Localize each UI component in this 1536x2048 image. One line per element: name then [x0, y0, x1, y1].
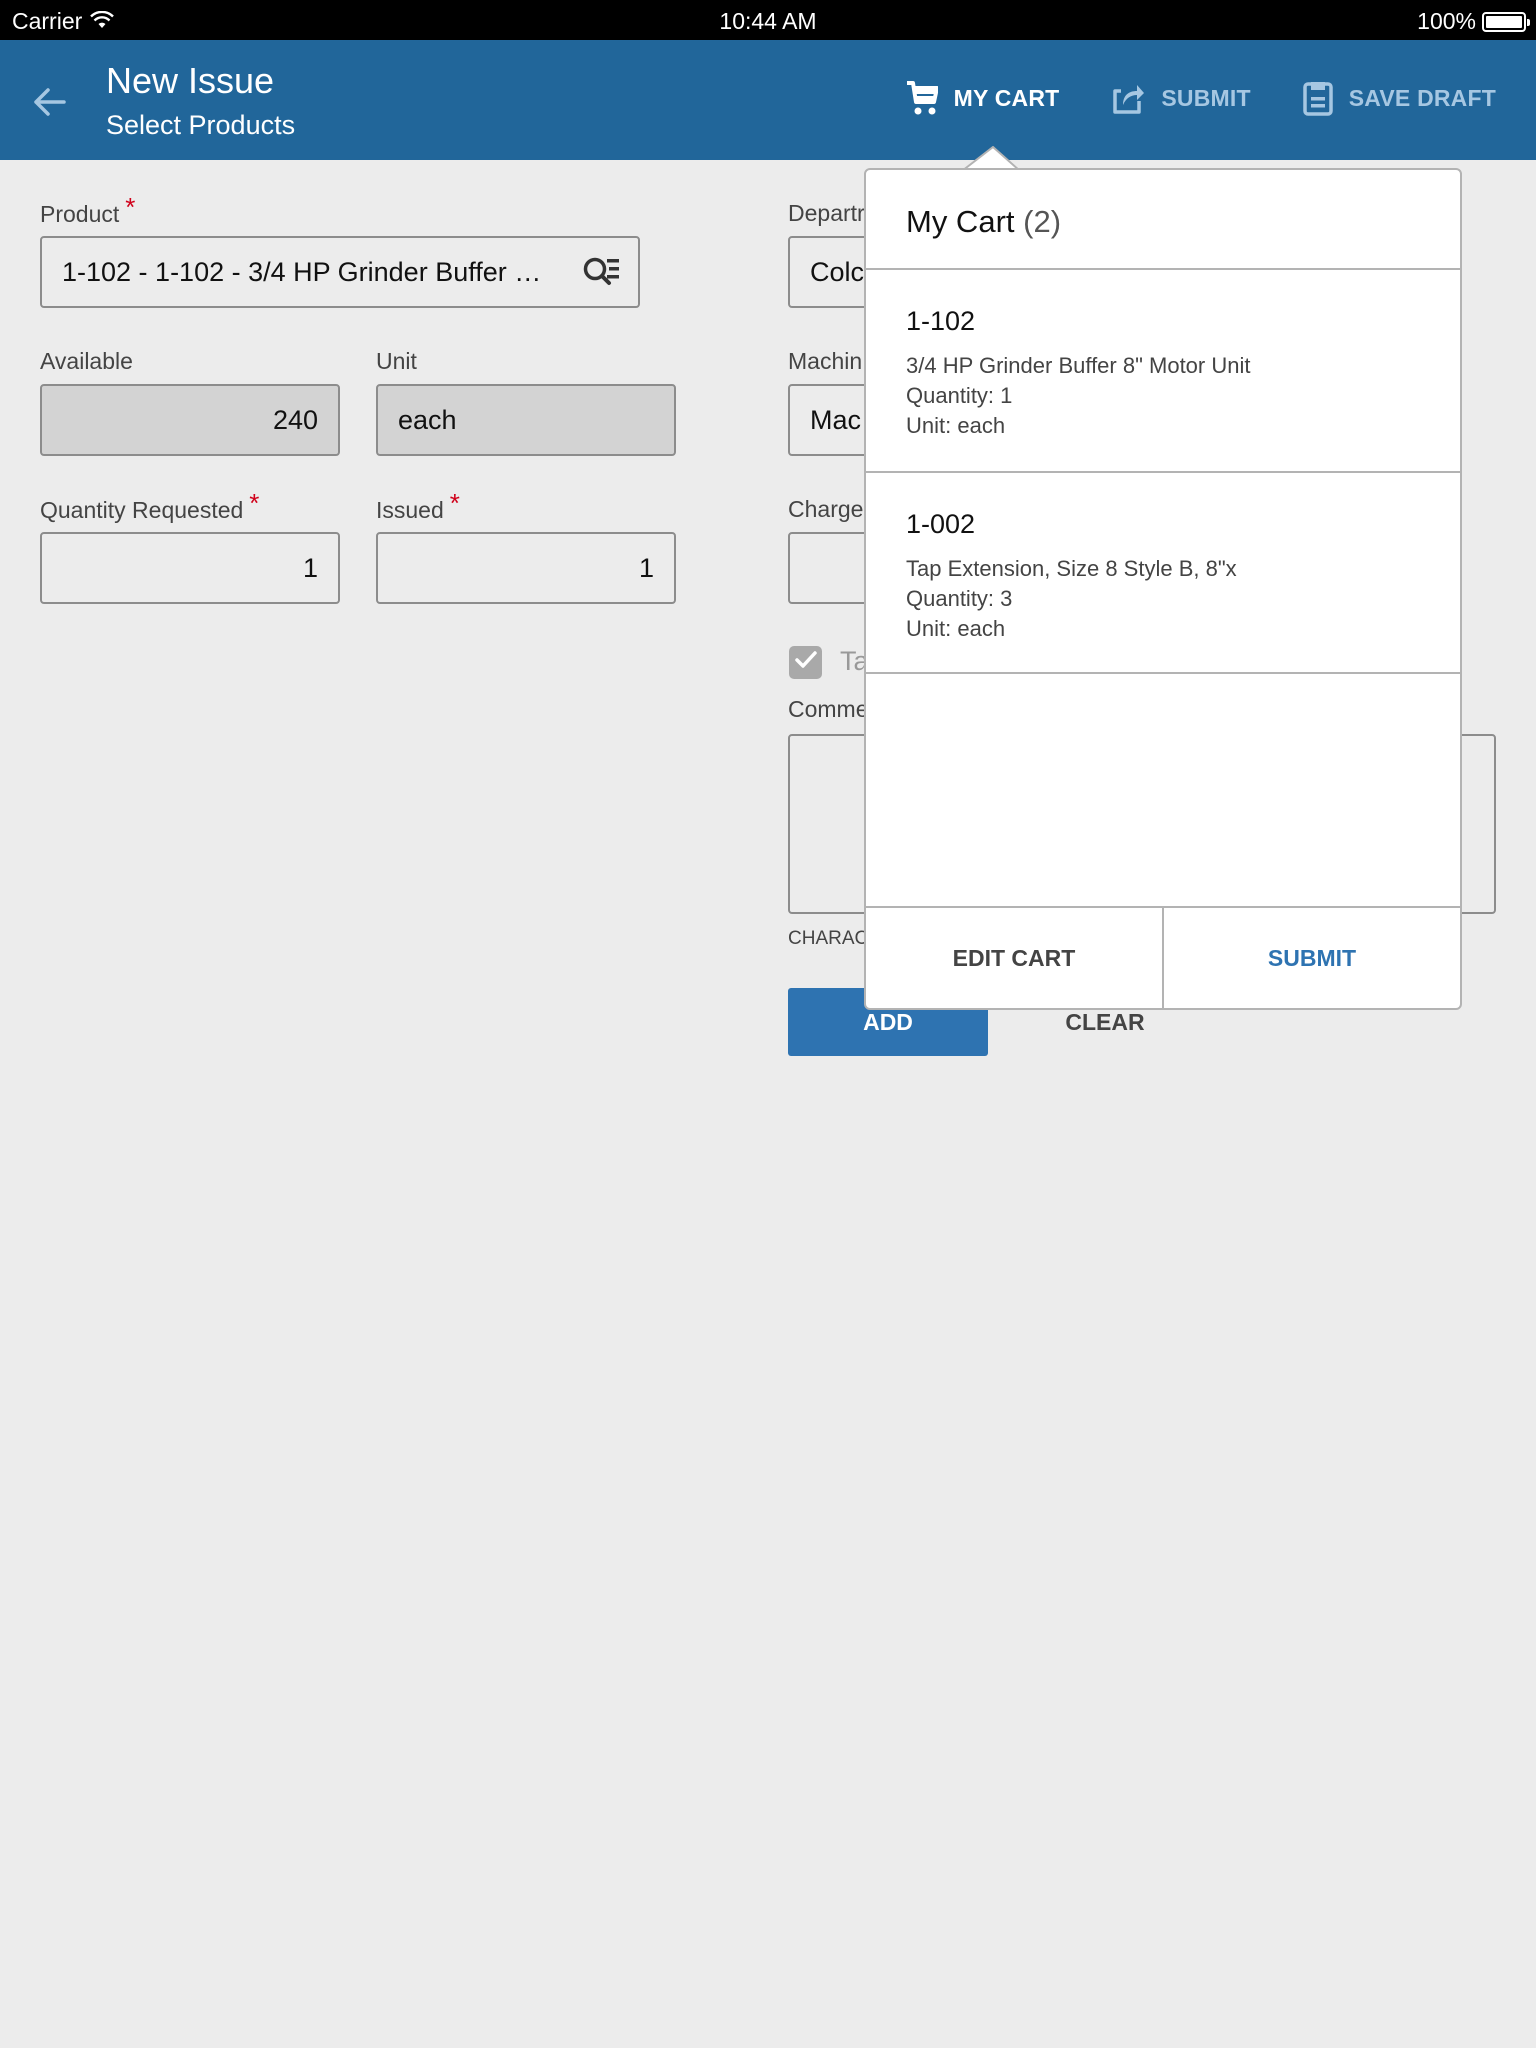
- edit-cart-button[interactable]: EDIT CART: [866, 908, 1164, 1008]
- app-bar: New Issue Select Products MY CART SUBMIT…: [0, 40, 1536, 160]
- submit-header-label: SUBMIT: [1161, 84, 1251, 111]
- cart-item[interactable]: 1-002 Tap Extension, Size 8 Style B, 8"x…: [866, 473, 1460, 674]
- cart-item-unit: Unit: each: [906, 413, 1006, 438]
- issued-input[interactable]: 1: [376, 532, 676, 604]
- cart-item-unit: Unit: each: [906, 616, 1006, 641]
- share-icon: [1111, 81, 1145, 115]
- battery-group: 100%: [1417, 8, 1530, 35]
- cart-item-description: 3/4 HP Grinder Buffer 8" Motor Unit: [906, 353, 1251, 378]
- clock: 10:44 AM: [719, 8, 817, 34]
- cart-item-quantity: Quantity: 1: [906, 383, 1013, 408]
- issued-value: 1: [638, 552, 654, 583]
- required-marker: *: [125, 192, 136, 222]
- product-value: 1-102 - 1-102 - 3/4 HP Grinder Buffer …: [62, 256, 542, 287]
- available-field: 240: [40, 384, 340, 456]
- quantity-requested-label: Quantity Requested *: [40, 488, 259, 525]
- header-actions: MY CART SUBMIT SAVE DRAFT: [906, 80, 1496, 116]
- submit-header-button[interactable]: SUBMIT: [1111, 81, 1251, 115]
- carrier-label: Carrier: [12, 8, 83, 34]
- battery-icon: [1482, 11, 1530, 32]
- save-icon: [1303, 80, 1333, 116]
- page-subtitle: Select Products: [106, 110, 296, 140]
- available-label: Available: [40, 348, 133, 374]
- issued-label-text: Issued: [376, 497, 444, 523]
- issued-label: Issued *: [376, 488, 460, 525]
- battery-percent: 100%: [1417, 8, 1476, 34]
- my-cart-label: MY CART: [953, 84, 1060, 111]
- character-count-note: CHARAC: [788, 928, 869, 949]
- wifi-icon: [90, 8, 115, 35]
- arrow-left-icon: [30, 88, 70, 126]
- search-list-icon[interactable]: [582, 256, 622, 297]
- unit-value: each: [398, 404, 457, 435]
- quantity-requested-value: 1: [302, 552, 318, 583]
- available-value: 240: [272, 404, 318, 435]
- back-button[interactable]: [30, 82, 70, 122]
- page-title: New Issue: [106, 60, 275, 101]
- required-marker: *: [449, 488, 460, 518]
- required-marker: *: [249, 488, 260, 518]
- cart-icon: [906, 80, 938, 116]
- checkmark-icon: [794, 650, 818, 675]
- quantity-requested-input[interactable]: 1: [40, 532, 340, 604]
- product-label: Product *: [40, 192, 135, 229]
- department-label: Departr: [788, 200, 865, 226]
- cart-item-quantity: Quantity: 3: [906, 586, 1013, 611]
- machine-label: Machin: [788, 348, 863, 374]
- product-input[interactable]: 1-102 - 1-102 - 3/4 HP Grinder Buffer …: [40, 236, 640, 308]
- charge-label: Charge: [788, 496, 864, 522]
- product-label-text: Product: [40, 201, 120, 227]
- cart-popover-header: My Cart (2): [866, 170, 1460, 270]
- cart-popover-footer: EDIT CART SUBMIT: [866, 906, 1460, 1008]
- unit-label: Unit: [376, 348, 417, 374]
- department-value: Colc: [810, 256, 865, 287]
- checkbox[interactable]: [789, 646, 822, 679]
- cart-submit-button[interactable]: SUBMIT: [1164, 908, 1460, 1008]
- machine-value: Mac: [810, 404, 862, 435]
- comments-label: Comme: [788, 696, 869, 722]
- cart-item-code: 1-002: [906, 509, 976, 539]
- cart-count: (2): [1023, 204, 1062, 239]
- cart-popover-title: My Cart: [906, 204, 1015, 239]
- save-draft-button[interactable]: SAVE DRAFT: [1303, 80, 1496, 116]
- cart-item-description: Tap Extension, Size 8 Style B, 8"x: [906, 556, 1237, 581]
- cart-item[interactable]: 1-102 3/4 HP Grinder Buffer 8" Motor Uni…: [866, 270, 1460, 473]
- save-draft-label: SAVE DRAFT: [1348, 84, 1496, 111]
- carrier-group: Carrier: [12, 8, 115, 35]
- my-cart-button[interactable]: MY CART: [906, 80, 1060, 116]
- status-bar: Carrier 10:44 AM 100%: [0, 0, 1536, 40]
- quantity-requested-label-text: Quantity Requested: [40, 497, 244, 523]
- cart-item-code: 1-102: [906, 306, 976, 336]
- cart-popover: My Cart (2) 1-102 3/4 HP Grinder Buffer …: [864, 168, 1462, 1010]
- unit-field: each: [376, 384, 676, 456]
